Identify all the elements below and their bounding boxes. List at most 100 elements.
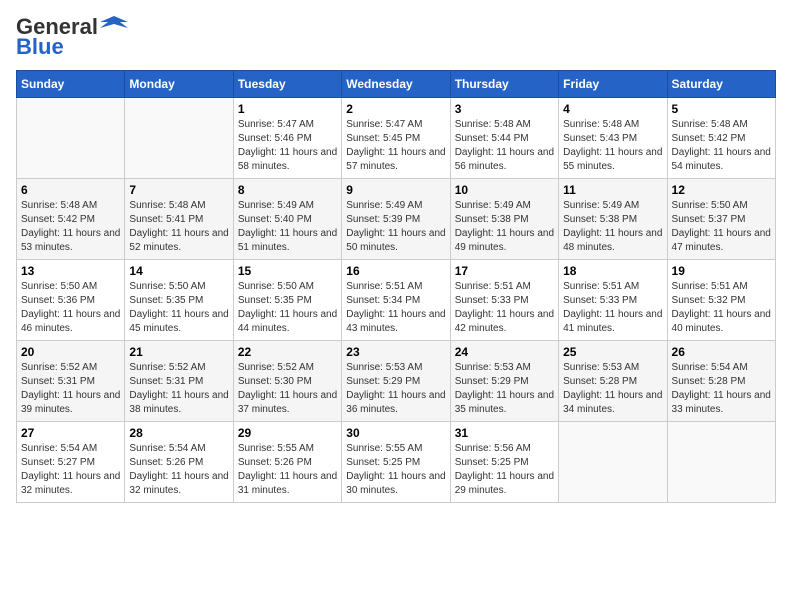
day-info: Sunrise: 5:55 AM Sunset: 5:26 PM Dayligh… xyxy=(238,442,337,498)
day-info: Sunrise: 5:56 AM Sunset: 5:25 PM Dayligh… xyxy=(455,442,554,498)
day-info: Sunrise: 5:48 AM Sunset: 5:42 PM Dayligh… xyxy=(21,199,120,255)
day-number: 28 xyxy=(129,426,228,440)
day-number: 13 xyxy=(21,264,120,278)
calendar-table: SundayMondayTuesdayWednesdayThursdayFrid… xyxy=(16,70,776,503)
day-number: 30 xyxy=(346,426,445,440)
day-info: Sunrise: 5:49 AM Sunset: 5:38 PM Dayligh… xyxy=(455,199,554,255)
calendar-cell: 7 Sunrise: 5:48 AM Sunset: 5:41 PM Daylig… xyxy=(125,179,233,260)
calendar-cell: 23Sunrise: 5:53 AM Sunset: 5:29 PM Dayli… xyxy=(342,341,450,422)
weekday-header-wednesday: Wednesday xyxy=(342,71,450,98)
day-number: 16 xyxy=(346,264,445,278)
calendar-cell: 2Sunrise: 5:47 AM Sunset: 5:45 PM Daylig… xyxy=(342,98,450,179)
day-info: Sunrise: 5:48 AM Sunset: 5:42 PM Dayligh… xyxy=(672,118,771,174)
calendar-cell: 25Sunrise: 5:53 AM Sunset: 5:28 PM Dayli… xyxy=(559,341,667,422)
calendar-cell: 15Sunrise: 5:50 AM Sunset: 5:35 PM Dayli… xyxy=(233,260,341,341)
calendar-cell: 3 Sunrise: 5:48 AM Sunset: 5:44 PM Daylig… xyxy=(450,98,558,179)
calendar-cell xyxy=(559,422,667,503)
calendar-cell: 6Sunrise: 5:48 AM Sunset: 5:42 PM Daylig… xyxy=(17,179,125,260)
day-number: 27 xyxy=(21,426,120,440)
day-info: Sunrise: 5:47 AM Sunset: 5:45 PM Dayligh… xyxy=(346,118,445,174)
day-info: Sunrise: 5:49 AM Sunset: 5:39 PM Dayligh… xyxy=(346,199,445,255)
calendar-cell: 26 Sunrise: 5:54 AM Sunset: 5:28 PM Dayli… xyxy=(667,341,775,422)
day-info: Sunrise: 5:51 AM Sunset: 5:33 PM Dayligh… xyxy=(455,280,554,336)
calendar-cell: 18 Sunrise: 5:51 AM Sunset: 5:33 PM Dayli… xyxy=(559,260,667,341)
calendar-week-2: 6Sunrise: 5:48 AM Sunset: 5:42 PM Daylig… xyxy=(17,179,776,260)
day-number: 24 xyxy=(455,345,554,359)
calendar-week-4: 20 Sunrise: 5:52 AM Sunset: 5:31 PM Dayli… xyxy=(17,341,776,422)
day-number: 1 xyxy=(238,102,337,116)
day-info: Sunrise: 5:49 AM Sunset: 5:40 PM Dayligh… xyxy=(238,199,337,255)
day-number: 12 xyxy=(672,183,771,197)
day-info: Sunrise: 5:52 AM Sunset: 5:31 PM Dayligh… xyxy=(21,361,120,417)
calendar-cell: 10 Sunrise: 5:49 AM Sunset: 5:38 PM Dayli… xyxy=(450,179,558,260)
calendar-cell: 22 Sunrise: 5:52 AM Sunset: 5:30 PM Dayli… xyxy=(233,341,341,422)
day-number: 21 xyxy=(129,345,228,359)
day-number: 5 xyxy=(672,102,771,116)
weekday-header-saturday: Saturday xyxy=(667,71,775,98)
calendar-cell: 8 Sunrise: 5:49 AM Sunset: 5:40 PM Daylig… xyxy=(233,179,341,260)
day-info: Sunrise: 5:48 AM Sunset: 5:44 PM Dayligh… xyxy=(455,118,554,174)
calendar-cell: 11 Sunrise: 5:49 AM Sunset: 5:38 PM Dayli… xyxy=(559,179,667,260)
calendar-cell: 5 Sunrise: 5:48 AM Sunset: 5:42 PM Daylig… xyxy=(667,98,775,179)
day-info: Sunrise: 5:55 AM Sunset: 5:25 PM Dayligh… xyxy=(346,442,445,498)
day-info: Sunrise: 5:50 AM Sunset: 5:35 PM Dayligh… xyxy=(238,280,337,336)
calendar-cell: 17 Sunrise: 5:51 AM Sunset: 5:33 PM Dayli… xyxy=(450,260,558,341)
day-number: 11 xyxy=(563,183,662,197)
calendar-cell xyxy=(17,98,125,179)
calendar-cell: 27 Sunrise: 5:54 AM Sunset: 5:27 PM Dayli… xyxy=(17,422,125,503)
calendar-cell xyxy=(667,422,775,503)
day-info: Sunrise: 5:51 AM Sunset: 5:32 PM Dayligh… xyxy=(672,280,771,336)
day-info: Sunrise: 5:50 AM Sunset: 5:35 PM Dayligh… xyxy=(129,280,228,336)
logo-bird-icon xyxy=(100,14,128,36)
day-info: Sunrise: 5:48 AM Sunset: 5:41 PM Dayligh… xyxy=(129,199,228,255)
day-number: 22 xyxy=(238,345,337,359)
day-info: Sunrise: 5:53 AM Sunset: 5:29 PM Dayligh… xyxy=(455,361,554,417)
day-number: 31 xyxy=(455,426,554,440)
calendar-cell: 29 Sunrise: 5:55 AM Sunset: 5:26 PM Dayli… xyxy=(233,422,341,503)
day-info: Sunrise: 5:47 AM Sunset: 5:46 PM Dayligh… xyxy=(238,118,337,174)
calendar-cell: 31 Sunrise: 5:56 AM Sunset: 5:25 PM Dayli… xyxy=(450,422,558,503)
day-info: Sunrise: 5:50 AM Sunset: 5:37 PM Dayligh… xyxy=(672,199,771,255)
calendar-cell: 1 Sunrise: 5:47 AM Sunset: 5:46 PM Daylig… xyxy=(233,98,341,179)
day-number: 17 xyxy=(455,264,554,278)
day-number: 3 xyxy=(455,102,554,116)
day-info: Sunrise: 5:52 AM Sunset: 5:30 PM Dayligh… xyxy=(238,361,337,417)
day-number: 29 xyxy=(238,426,337,440)
calendar-cell: 28Sunrise: 5:54 AM Sunset: 5:26 PM Dayli… xyxy=(125,422,233,503)
calendar-cell: 20 Sunrise: 5:52 AM Sunset: 5:31 PM Dayli… xyxy=(17,341,125,422)
calendar-week-3: 13 Sunrise: 5:50 AM Sunset: 5:36 PM Dayli… xyxy=(17,260,776,341)
day-info: Sunrise: 5:51 AM Sunset: 5:33 PM Dayligh… xyxy=(563,280,662,336)
weekday-header-tuesday: Tuesday xyxy=(233,71,341,98)
weekday-header-monday: Monday xyxy=(125,71,233,98)
calendar-cell: 30 Sunrise: 5:55 AM Sunset: 5:25 PM Dayli… xyxy=(342,422,450,503)
calendar-week-5: 27 Sunrise: 5:54 AM Sunset: 5:27 PM Dayli… xyxy=(17,422,776,503)
day-info: Sunrise: 5:50 AM Sunset: 5:36 PM Dayligh… xyxy=(21,280,120,336)
day-number: 4 xyxy=(563,102,662,116)
page-header: General Blue xyxy=(16,16,776,58)
calendar-week-1: 1 Sunrise: 5:47 AM Sunset: 5:46 PM Daylig… xyxy=(17,98,776,179)
day-number: 18 xyxy=(563,264,662,278)
weekday-header-thursday: Thursday xyxy=(450,71,558,98)
calendar-cell: 19Sunrise: 5:51 AM Sunset: 5:32 PM Dayli… xyxy=(667,260,775,341)
calendar-header: SundayMondayTuesdayWednesdayThursdayFrid… xyxy=(17,71,776,98)
day-number: 26 xyxy=(672,345,771,359)
day-number: 20 xyxy=(21,345,120,359)
day-info: Sunrise: 5:52 AM Sunset: 5:31 PM Dayligh… xyxy=(129,361,228,417)
day-number: 8 xyxy=(238,183,337,197)
day-number: 14 xyxy=(129,264,228,278)
day-info: Sunrise: 5:53 AM Sunset: 5:29 PM Dayligh… xyxy=(346,361,445,417)
weekday-header-friday: Friday xyxy=(559,71,667,98)
day-number: 7 xyxy=(129,183,228,197)
day-number: 10 xyxy=(455,183,554,197)
calendar-cell: 24 Sunrise: 5:53 AM Sunset: 5:29 PM Dayli… xyxy=(450,341,558,422)
calendar-cell: 16 Sunrise: 5:51 AM Sunset: 5:34 PM Dayli… xyxy=(342,260,450,341)
calendar-cell: 4Sunrise: 5:48 AM Sunset: 5:43 PM Daylig… xyxy=(559,98,667,179)
day-info: Sunrise: 5:54 AM Sunset: 5:28 PM Dayligh… xyxy=(672,361,771,417)
day-info: Sunrise: 5:54 AM Sunset: 5:27 PM Dayligh… xyxy=(21,442,120,498)
day-info: Sunrise: 5:51 AM Sunset: 5:34 PM Dayligh… xyxy=(346,280,445,336)
day-info: Sunrise: 5:49 AM Sunset: 5:38 PM Dayligh… xyxy=(563,199,662,255)
logo: General Blue xyxy=(16,16,128,58)
calendar-cell: 21 Sunrise: 5:52 AM Sunset: 5:31 PM Dayli… xyxy=(125,341,233,422)
weekday-header-sunday: Sunday xyxy=(17,71,125,98)
calendar-cell: 13 Sunrise: 5:50 AM Sunset: 5:36 PM Dayli… xyxy=(17,260,125,341)
